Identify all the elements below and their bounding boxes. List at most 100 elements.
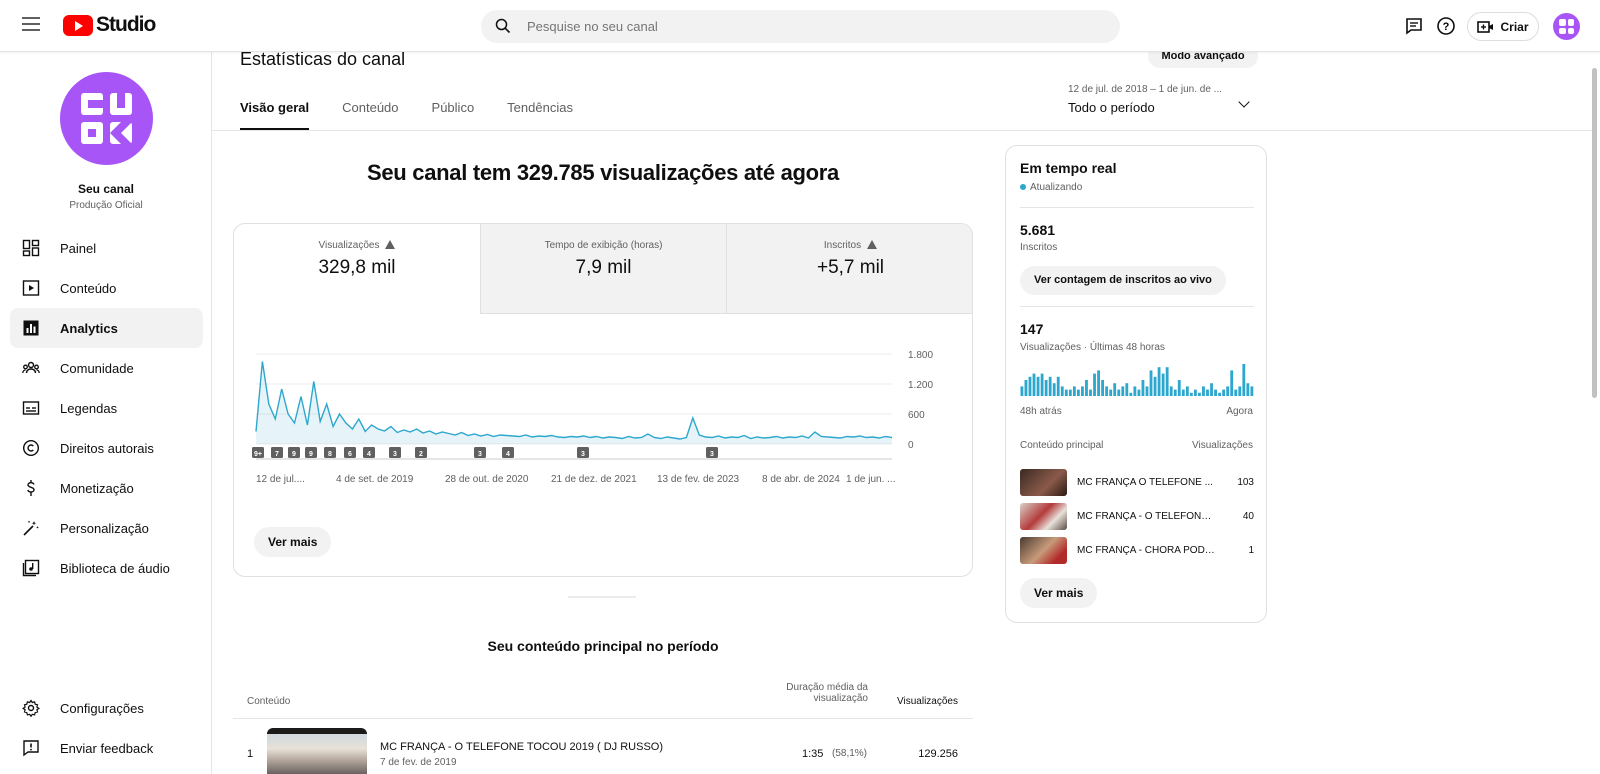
date-range-dates: 12 de jul. de 2018 – 1 de jun. de ... [1068, 84, 1223, 95]
column-views[interactable]: Visualizações [880, 696, 958, 707]
realtime-bar [1076, 389, 1080, 396]
sidebar-item-configuracoes[interactable]: Configurações [10, 688, 203, 728]
row-rank: 1 [247, 748, 254, 760]
realtime-bar [1198, 392, 1201, 396]
sidebar-item-direitos-autorais[interactable]: Direitos autorais [10, 428, 203, 468]
create-label: Criar [1500, 19, 1529, 34]
realtime-bar [1177, 380, 1181, 396]
search-icon[interactable] [495, 18, 511, 34]
live-subscriber-count-button[interactable]: Ver contagem de inscritos ao vivo [1020, 266, 1226, 295]
svg-text:3: 3 [478, 451, 482, 458]
column-avg-duration-line1: Duração média da [786, 682, 868, 693]
account-avatar[interactable] [1553, 13, 1580, 40]
see-more-button[interactable]: Ver mais [254, 527, 332, 557]
svg-text:2: 2 [419, 451, 423, 458]
realtime-bar [1210, 383, 1213, 396]
realtime-bar [1044, 380, 1048, 396]
sidebar-item-painel[interactable]: Painel [10, 228, 203, 268]
video-title: MC FRANÇA - CHORA PODE ... [1077, 544, 1217, 556]
sidebar-item-analytics[interactable]: Analytics [10, 308, 203, 348]
comments-icon[interactable] [1403, 15, 1425, 37]
video-add-icon [1477, 20, 1494, 33]
marker-badge: 3 [474, 447, 486, 458]
studio-logo[interactable]: Studio [63, 13, 156, 37]
marker-badge: 6 [344, 447, 356, 458]
video-thumbnail [1020, 536, 1067, 564]
sidebar-item-personalizacao[interactable]: Personalização [10, 508, 203, 548]
search-input[interactable] [527, 10, 1087, 43]
realtime-bar [1218, 392, 1222, 396]
realtime-content-row[interactable]: MC FRANÇA - CHORA PODE ... 1 [1020, 536, 1254, 564]
y-tick-label: 1.800 [908, 350, 933, 361]
metric-watch-time[interactable]: Tempo de exibição (horas) 7,9 mil [480, 224, 726, 314]
sidebar-item-comunidade[interactable]: Comunidade [10, 348, 203, 388]
monetization-icon [27, 480, 35, 496]
svg-text:3: 3 [393, 451, 397, 458]
search-bar[interactable] [481, 10, 1120, 43]
content-icon [22, 280, 40, 296]
sidebar-item-label: Personalização [60, 520, 149, 536]
menu-icon[interactable] [22, 17, 40, 31]
overview-card: Visualizações 329,8 mil Tempo de exibiçã… [233, 223, 973, 577]
sidebar-item-enviar-feedback[interactable]: Enviar feedback [10, 728, 203, 768]
status-text: Atualizando [1030, 182, 1083, 193]
metric-views[interactable]: Visualizações 329,8 mil [234, 224, 480, 314]
marker-badge: 7 [271, 447, 283, 458]
sidebar-item-label: Monetização [60, 480, 134, 496]
table-header-divider [233, 718, 973, 719]
svg-text:4: 4 [506, 451, 510, 458]
sidebar-item-legendas[interactable]: Legendas [10, 388, 203, 428]
dashboard-icon [22, 239, 40, 257]
realtime-bar [1052, 383, 1056, 396]
feedback-icon [23, 740, 39, 757]
realtime-bar-chart[interactable] [1020, 360, 1254, 396]
realtime-see-more-button[interactable]: Ver mais [1020, 578, 1098, 608]
tab-publico[interactable]: Público [432, 100, 475, 130]
realtime-bar [1133, 386, 1137, 396]
top-content-header: Conteúdo principal [1020, 440, 1104, 451]
realtime-bar [1064, 389, 1068, 396]
svg-text:8: 8 [328, 451, 332, 458]
channel-avatar[interactable] [60, 72, 153, 165]
scrollbar[interactable] [1592, 68, 1597, 398]
realtime-bar [1189, 392, 1193, 396]
realtime-bar [1113, 383, 1117, 396]
realtime-bar [1093, 373, 1096, 396]
tab-conteudo[interactable]: Conteúdo [342, 100, 398, 130]
create-button[interactable]: Criar [1467, 12, 1539, 41]
tab-visao-geral[interactable]: Visão geral [240, 100, 310, 130]
svg-text:3: 3 [710, 451, 714, 458]
realtime-bar [1032, 373, 1036, 396]
tab-tendencias[interactable]: Tendências [507, 100, 573, 130]
sidebar-item-label: Analytics [60, 320, 118, 336]
svg-text:4: 4 [367, 451, 371, 458]
metric-subscribers[interactable]: Inscritos +5,7 mil [726, 224, 972, 314]
video-title[interactable]: MC FRANÇA - O TELEFONE TOCOU 2019 ( DJ R… [380, 741, 663, 753]
realtime-bar [1109, 389, 1113, 396]
x-tick-label: 4 de set. de 2019 [336, 474, 414, 485]
sidebar-item-conteudo[interactable]: Conteúdo [10, 268, 203, 308]
video-thumbnail [1020, 502, 1067, 530]
realtime-bar [1125, 383, 1129, 396]
x-tick-label: 13 de fev. de 2023 [657, 474, 740, 485]
video-thumbnail[interactable] [267, 728, 367, 774]
realtime-content-row[interactable]: MC FRANÇA - O TELEFONE ... 40 [1020, 502, 1254, 530]
metric-value: 329,8 mil [318, 257, 396, 278]
realtime-content-row[interactable]: MC FRANÇA O TELEFONE ... 103 [1020, 468, 1254, 496]
warning-icon [867, 240, 878, 249]
help-icon[interactable]: ? [1435, 15, 1457, 37]
sidebar-item-biblioteca-de-audio[interactable]: Biblioteca de áudio [10, 548, 203, 588]
live-dot-icon [1020, 184, 1026, 190]
svg-text:6: 6 [348, 451, 352, 458]
column-avg-duration[interactable]: Duração média da visualização [770, 682, 868, 704]
date-range-selector[interactable]: 12 de jul. de 2018 – 1 de jun. de ... To… [1068, 84, 1268, 115]
realtime-bar [1181, 389, 1185, 396]
sidebar-item-monetizacao[interactable]: Monetização [10, 468, 203, 508]
marker-badge: 8 [324, 447, 336, 458]
views-line-chart[interactable]: 1.800 1.200 600 0 9+ 7 9 9 8 6 4 3 2 3 4 3 3 12 de jul...… [252, 344, 952, 504]
settings-icon [22, 699, 40, 717]
svg-text:7: 7 [275, 451, 279, 458]
video-views: 103 [1237, 476, 1254, 488]
top-content-title: Seu conteúdo principal no período [487, 638, 719, 654]
realtime-bar [1165, 367, 1169, 396]
